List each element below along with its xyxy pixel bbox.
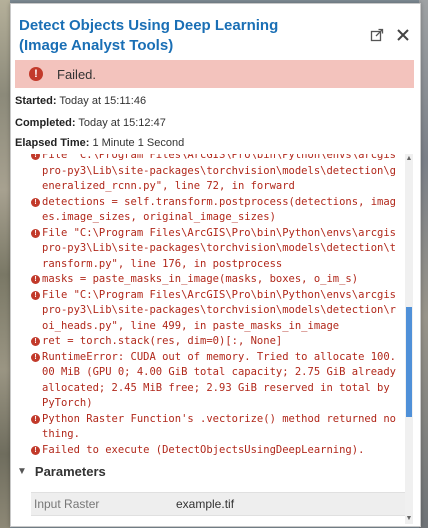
message-item: ! Python Raster Function's .vectorize() m…: [31, 412, 401, 443]
parameters-header[interactable]: ▼ Parameters: [15, 464, 106, 479]
status-text: Failed.: [57, 66, 97, 82]
messages-list[interactable]: ! File "C:\Program Files\ArcGIS\Pro\bin\P…: [31, 154, 415, 459]
error-icon: !: [31, 197, 40, 207]
message-item: ! masks = paste_masks_in_image(masks, box…: [31, 272, 401, 288]
message-item: ! ret = torch.stack(res, dim=0)[:, None]: [31, 334, 401, 350]
completed-label: Completed:: [15, 117, 76, 129]
parameters-title: Parameters: [34, 464, 106, 479]
parameter-label: Input Raster: [34, 497, 100, 511]
title-line-1: Detect Objects Using Deep Learning: [19, 17, 279, 34]
pop-out-icon[interactable]: [370, 28, 384, 47]
completed-value: Today at 15:12:47: [78, 117, 166, 129]
parameter-value: example.tif: [176, 497, 235, 511]
message-item: ! RuntimeError: CUDA out of memory. Tried…: [31, 350, 401, 412]
error-icon: !: [31, 337, 40, 346]
elapsed-value: 1 Minute 1 Second: [92, 137, 185, 149]
scroll-thumb[interactable]: [406, 307, 412, 417]
error-icon: !: [31, 154, 40, 160]
started-value: Today at 15:11:46: [59, 95, 147, 107]
panel-title: Detect Objects Using Deep Learning (Imag…: [19, 16, 359, 56]
error-icon: !: [31, 228, 40, 238]
started-row: Started: Today at 15:11:46: [15, 95, 146, 107]
message-item: ! detections = self.transform.postprocess…: [31, 195, 401, 226]
status-banner: ! Failed.: [15, 60, 414, 88]
error-icon: !: [31, 352, 40, 362]
error-icon: !: [31, 445, 40, 455]
title-line-2: (Image Analyst Tools): [19, 37, 174, 54]
scrollbar[interactable]: ▲ ▼: [405, 154, 413, 524]
completed-row: Completed: Today at 15:12:47: [15, 117, 166, 129]
chevron-down-icon[interactable]: ▼: [17, 466, 27, 477]
elapsed-row: Elapsed Time: 1 Minute 1 Second: [15, 137, 184, 149]
parameter-row: Input Raster example.tif: [31, 492, 405, 516]
error-icon: !: [31, 275, 40, 284]
message-item: ! File "C:\Program Files\ArcGIS\Pro\bin\P…: [31, 154, 401, 195]
error-icon: !: [31, 290, 40, 300]
geoprocessing-details-panel: Detect Objects Using Deep Learning (Imag…: [10, 3, 421, 527]
error-icon: !: [31, 414, 40, 424]
close-icon[interactable]: [396, 28, 410, 47]
elapsed-label: Elapsed Time:: [15, 137, 90, 149]
map-background-left: [0, 0, 10, 528]
scroll-up-icon[interactable]: ▲: [405, 154, 413, 164]
message-item: ! File "C:\Program Files\ArcGIS\Pro\bin\P…: [31, 288, 401, 335]
message-item: ! Failed to execute (DetectObjectsUsingDe…: [31, 443, 401, 459]
started-label: Started:: [15, 95, 57, 107]
scroll-down-icon[interactable]: ▼: [405, 514, 413, 524]
message-item: ! File "C:\Program Files\ArcGIS\Pro\bin\P…: [31, 226, 401, 273]
error-icon: !: [29, 67, 43, 81]
